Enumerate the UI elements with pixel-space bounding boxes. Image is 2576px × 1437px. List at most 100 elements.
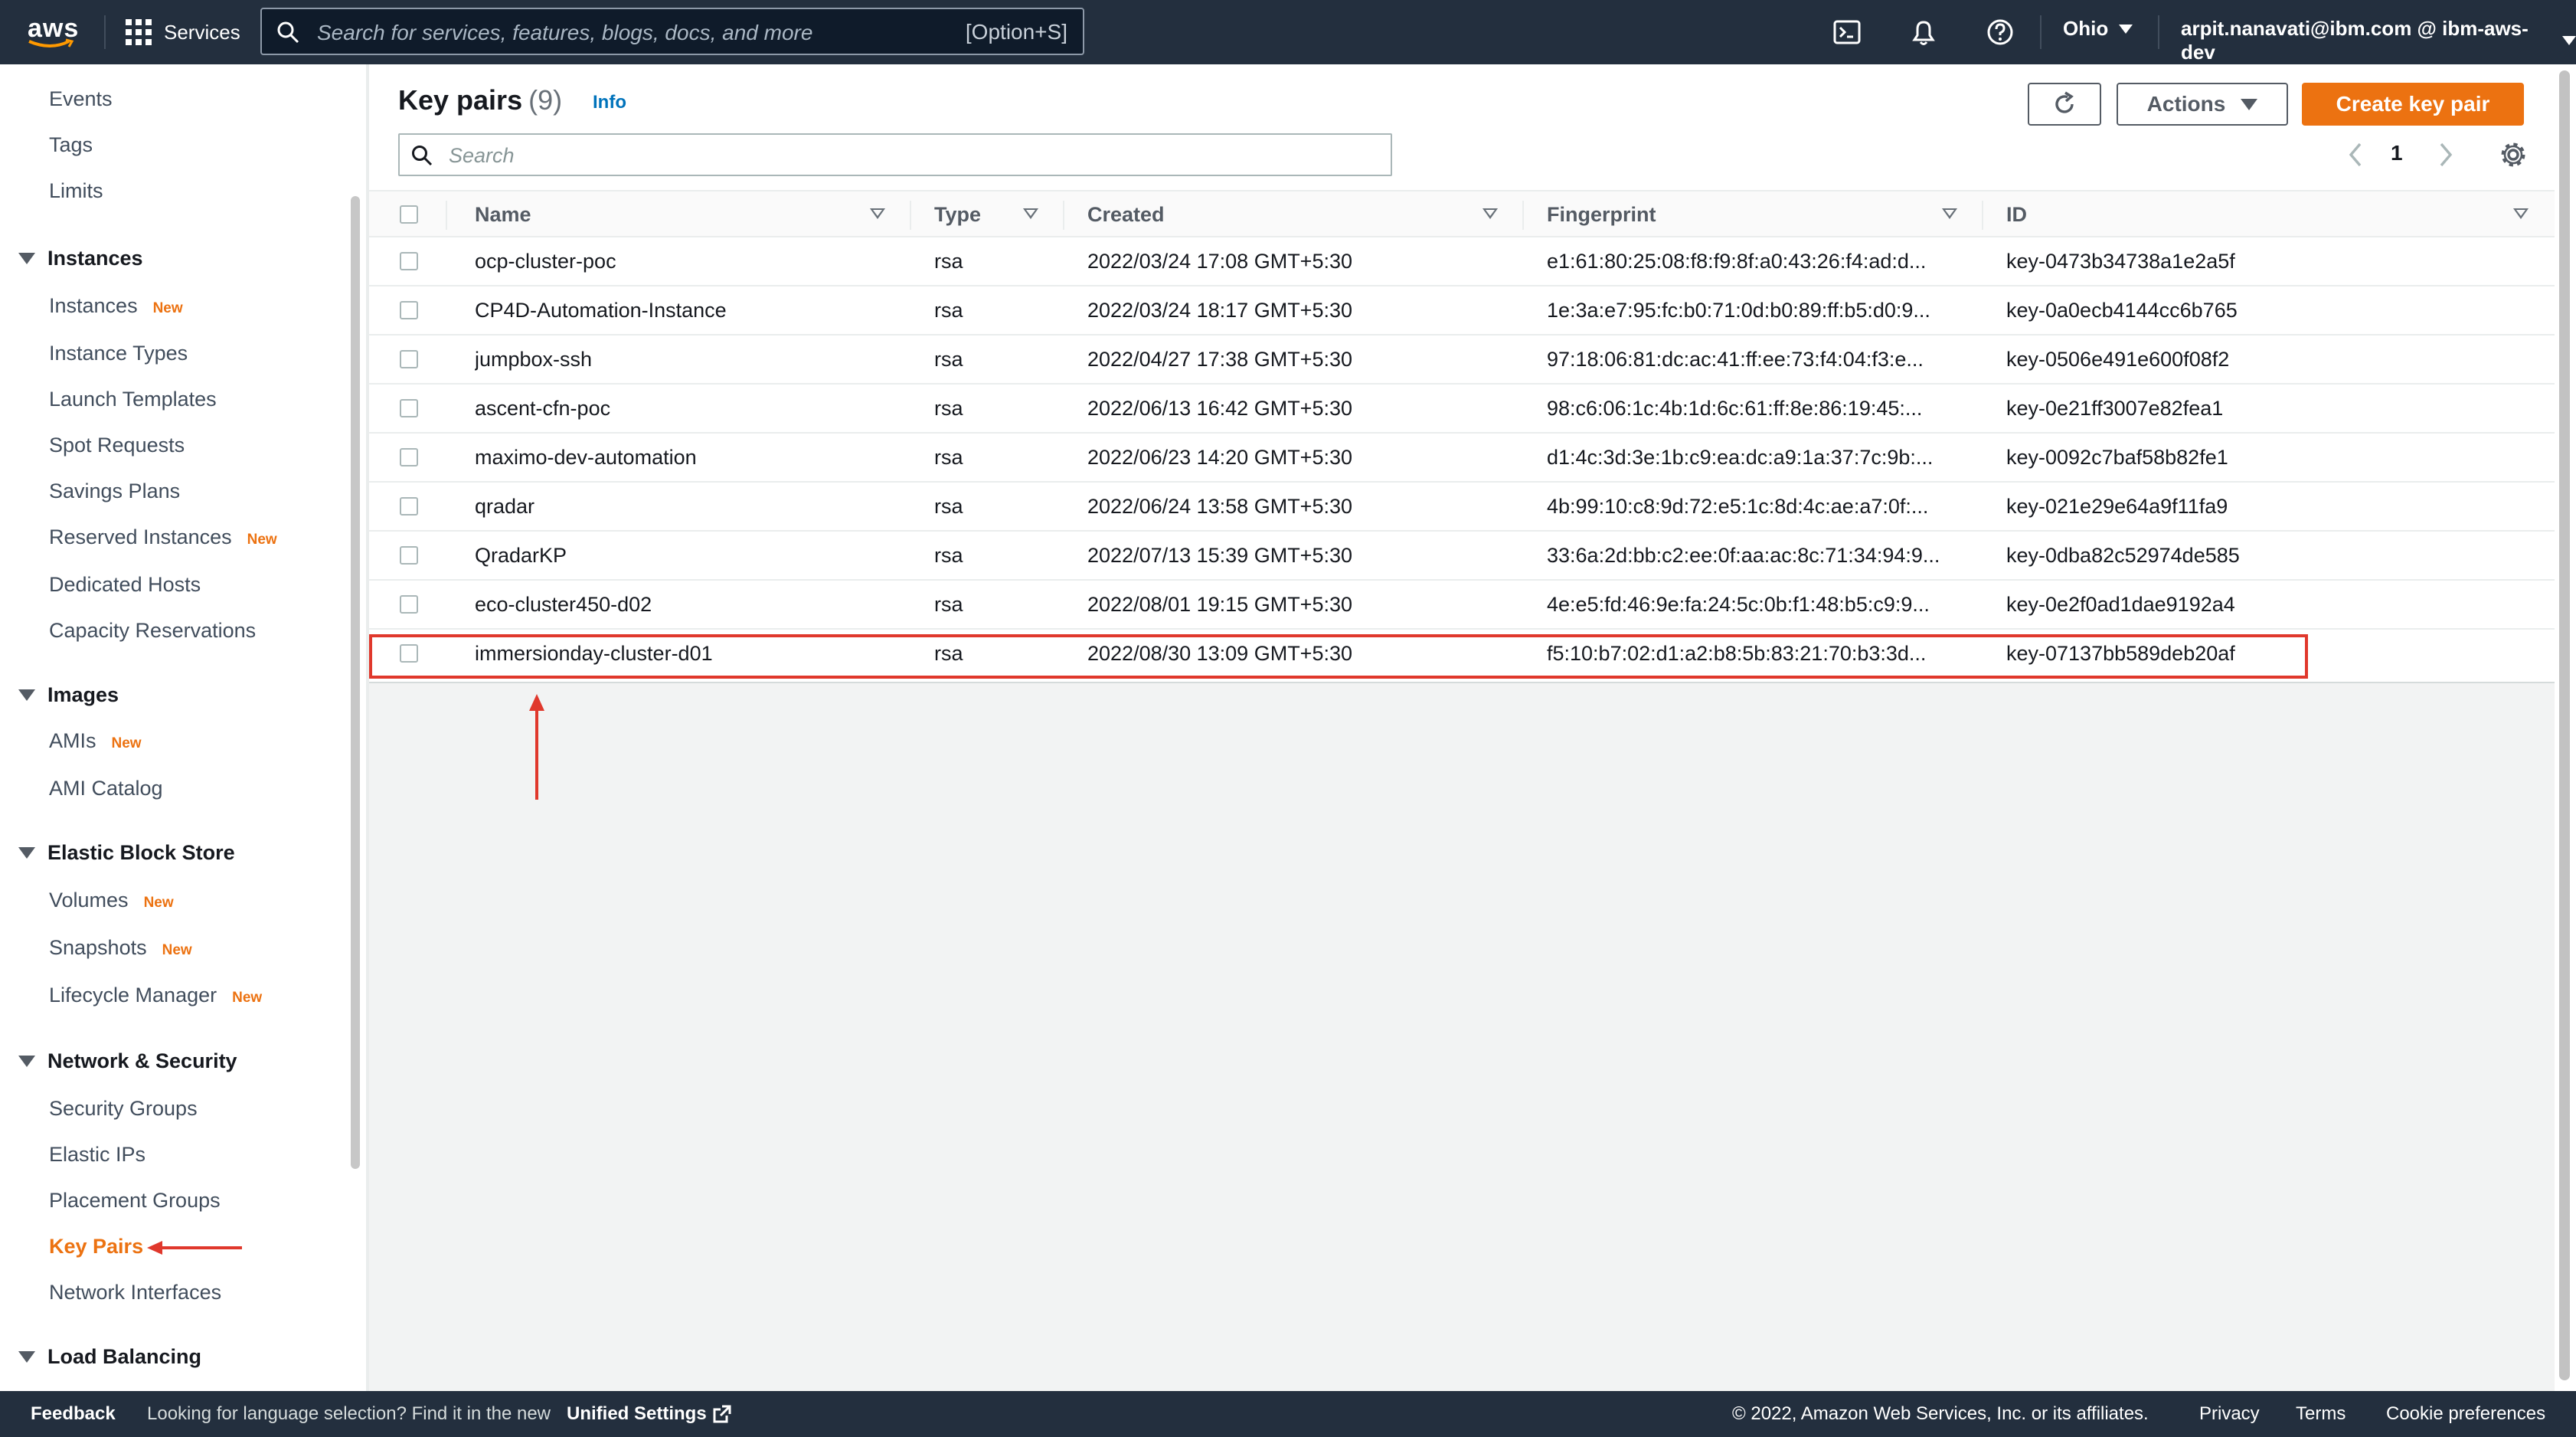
row-checkbox[interactable]	[400, 399, 418, 417]
sidebar-item-elastic-ips[interactable]: Elastic IPs	[49, 1143, 145, 1167]
sidebar-item-tags[interactable]: Tags	[49, 133, 93, 157]
sidebar-section-images[interactable]: Images	[18, 683, 119, 707]
section-title: Network & Security	[47, 1049, 237, 1072]
sidebar-item-events[interactable]: Events	[49, 87, 113, 111]
table-row[interactable]: immersionday-cluster-d01 rsa 2022/08/30 …	[369, 630, 2555, 679]
main-scrollbar[interactable]	[2559, 70, 2570, 1380]
cell-created: 2022/08/30 13:09 GMT+5:30	[1087, 642, 1353, 665]
gear-icon[interactable]	[2498, 139, 2529, 170]
sidebar-item-key-pairs[interactable]: Key Pairs	[49, 1235, 143, 1259]
row-checkbox[interactable]	[400, 301, 418, 319]
column-header-fingerprint[interactable]: Fingerprint	[1547, 191, 1656, 237]
actions-dropdown-button[interactable]: Actions	[2117, 83, 2288, 126]
cell-type: rsa	[934, 250, 963, 273]
cookie-preferences-link[interactable]: Cookie preferences	[2386, 1403, 2545, 1425]
table-row[interactable]: eco-cluster450-d02 rsa 2022/08/01 19:15 …	[369, 581, 2555, 630]
sidebar-item-amis[interactable]: AMIs New	[49, 729, 142, 753]
sidebar-section-load-balancing[interactable]: Load Balancing	[18, 1345, 201, 1369]
sidebar-scrollbar[interactable]	[351, 196, 360, 1169]
terms-link[interactable]: Terms	[2296, 1403, 2346, 1425]
bell-icon[interactable]	[1908, 17, 1939, 47]
column-header-name[interactable]: Name	[475, 191, 531, 237]
sidebar-item-capacity-reservations[interactable]: Capacity Reservations	[49, 619, 256, 643]
sidebar-item-ami-catalog[interactable]: AMI Catalog	[49, 777, 163, 800]
sidebar-item-security-groups[interactable]: Security Groups	[49, 1097, 198, 1121]
sort-icon[interactable]	[1942, 208, 1957, 219]
row-checkbox[interactable]	[400, 546, 418, 565]
sort-icon[interactable]	[870, 208, 885, 219]
cell-id: key-0a0ecb4144cc6b765	[2006, 299, 2238, 322]
nav-divider	[104, 15, 106, 49]
search-shortcut-hint: [Option+S]	[965, 20, 1067, 44]
column-header-type[interactable]: Type	[934, 191, 981, 237]
sort-icon[interactable]	[2513, 208, 2529, 219]
sidebar-section-network-security[interactable]: Network & Security	[18, 1049, 237, 1073]
sidebar-item-lifecycle-manager[interactable]: Lifecycle Manager New	[49, 984, 262, 1007]
unified-settings-link[interactable]: Unified Settings	[567, 1403, 733, 1425]
global-search-box[interactable]: [Option+S]	[260, 8, 1084, 55]
row-checkbox[interactable]	[400, 350, 418, 368]
sidebar-item-volumes[interactable]: Volumes New	[49, 889, 174, 912]
sidebar-item-spot-requests[interactable]: Spot Requests	[49, 434, 185, 457]
region-selector[interactable]: Ohio	[2063, 17, 2133, 41]
column-header-created[interactable]: Created	[1087, 191, 1165, 237]
cell-name: QradarKP	[475, 544, 567, 567]
row-checkbox[interactable]	[400, 595, 418, 614]
sidebar-item-dedicated-hosts[interactable]: Dedicated Hosts	[49, 573, 201, 597]
chevron-left-icon[interactable]	[2345, 139, 2368, 170]
account-menu[interactable]: arpit.nanavati@ibm.com @ ibm-aws-dev	[2181, 17, 2576, 64]
sort-icon[interactable]	[1023, 208, 1038, 219]
table-search-input[interactable]	[447, 141, 1369, 170]
cell-created: 2022/08/01 19:15 GMT+5:30	[1087, 593, 1353, 616]
feedback-link[interactable]: Feedback	[31, 1403, 116, 1425]
caret-down-icon	[18, 847, 35, 859]
sidebar-item-reserved-instances[interactable]: Reserved Instances New	[49, 525, 277, 549]
cell-name: ascent-cfn-poc	[475, 397, 611, 420]
cloudshell-icon[interactable]	[1832, 17, 1862, 47]
info-link[interactable]: Info	[593, 92, 626, 113]
sidebar-section-instances[interactable]: Instances	[18, 247, 143, 270]
row-checkbox[interactable]	[400, 252, 418, 270]
row-checkbox[interactable]	[400, 497, 418, 516]
cell-id: key-021e29e64a9f11fa9	[2006, 495, 2228, 518]
table-row[interactable]: jumpbox-ssh rsa 2022/04/27 17:38 GMT+5:3…	[369, 336, 2555, 385]
sort-icon[interactable]	[1483, 208, 1498, 219]
table-search-box[interactable]	[398, 133, 1392, 176]
table-row[interactable]: qradar rsa 2022/06/24 13:58 GMT+5:30 4b:…	[369, 483, 2555, 532]
section-title: Images	[47, 683, 119, 706]
create-key-pair-button[interactable]: Create key pair	[2302, 83, 2524, 126]
cell-fingerprint: 4e:e5:fd:46:9e:fa:24:5c:0b:f1:48:b5:c9:9…	[1547, 593, 1930, 616]
help-icon[interactable]	[1985, 17, 2015, 47]
cell-name: immersionday-cluster-d01	[475, 642, 713, 665]
services-menu-button[interactable]: Services	[126, 17, 240, 47]
sidebar-item-launch-templates[interactable]: Launch Templates	[49, 388, 217, 411]
sidebar-item-savings-plans[interactable]: Savings Plans	[49, 480, 180, 503]
cell-id: key-0dba82c52974de585	[2006, 544, 2240, 567]
table-row[interactable]: CP4D-Automation-Instance rsa 2022/03/24 …	[369, 286, 2555, 336]
table-row[interactable]: ocp-cluster-poc rsa 2022/03/24 17:08 GMT…	[369, 237, 2555, 286]
section-title: Elastic Block Store	[47, 841, 235, 864]
sidebar-item-instances[interactable]: Instances New	[49, 294, 183, 318]
sidebar-item-limits[interactable]: Limits	[49, 179, 103, 203]
sidebar-item-network-interfaces[interactable]: Network Interfaces	[49, 1281, 221, 1304]
table-row[interactable]: ascent-cfn-poc rsa 2022/06/13 16:42 GMT+…	[369, 385, 2555, 434]
sidebar-section-elastic-block-store[interactable]: Elastic Block Store	[18, 841, 235, 865]
sidebar-item-snapshots[interactable]: Snapshots New	[49, 936, 192, 960]
global-search-input[interactable]	[315, 17, 931, 49]
new-badge: New	[162, 942, 192, 958]
caret-down-icon	[2241, 98, 2258, 110]
select-all-checkbox[interactable]	[400, 205, 418, 224]
column-header-id[interactable]: ID	[2006, 191, 2027, 237]
sidebar-item-placement-groups[interactable]: Placement Groups	[49, 1189, 221, 1213]
aws-logo[interactable]: aws	[25, 12, 78, 52]
row-checkbox[interactable]	[400, 448, 418, 466]
cell-created: 2022/06/13 16:42 GMT+5:30	[1087, 397, 1353, 420]
table-row[interactable]: QradarKP rsa 2022/07/13 15:39 GMT+5:30 3…	[369, 532, 2555, 581]
row-checkbox[interactable]	[400, 644, 418, 663]
table-row[interactable]: maximo-dev-automation rsa 2022/06/23 14:…	[369, 434, 2555, 483]
refresh-button[interactable]	[2028, 83, 2101, 126]
privacy-link[interactable]: Privacy	[2199, 1403, 2260, 1425]
sidebar-item-instance-types[interactable]: Instance Types	[49, 342, 188, 365]
current-page-number[interactable]: 1	[2391, 141, 2403, 165]
chevron-right-icon[interactable]	[2434, 139, 2457, 170]
